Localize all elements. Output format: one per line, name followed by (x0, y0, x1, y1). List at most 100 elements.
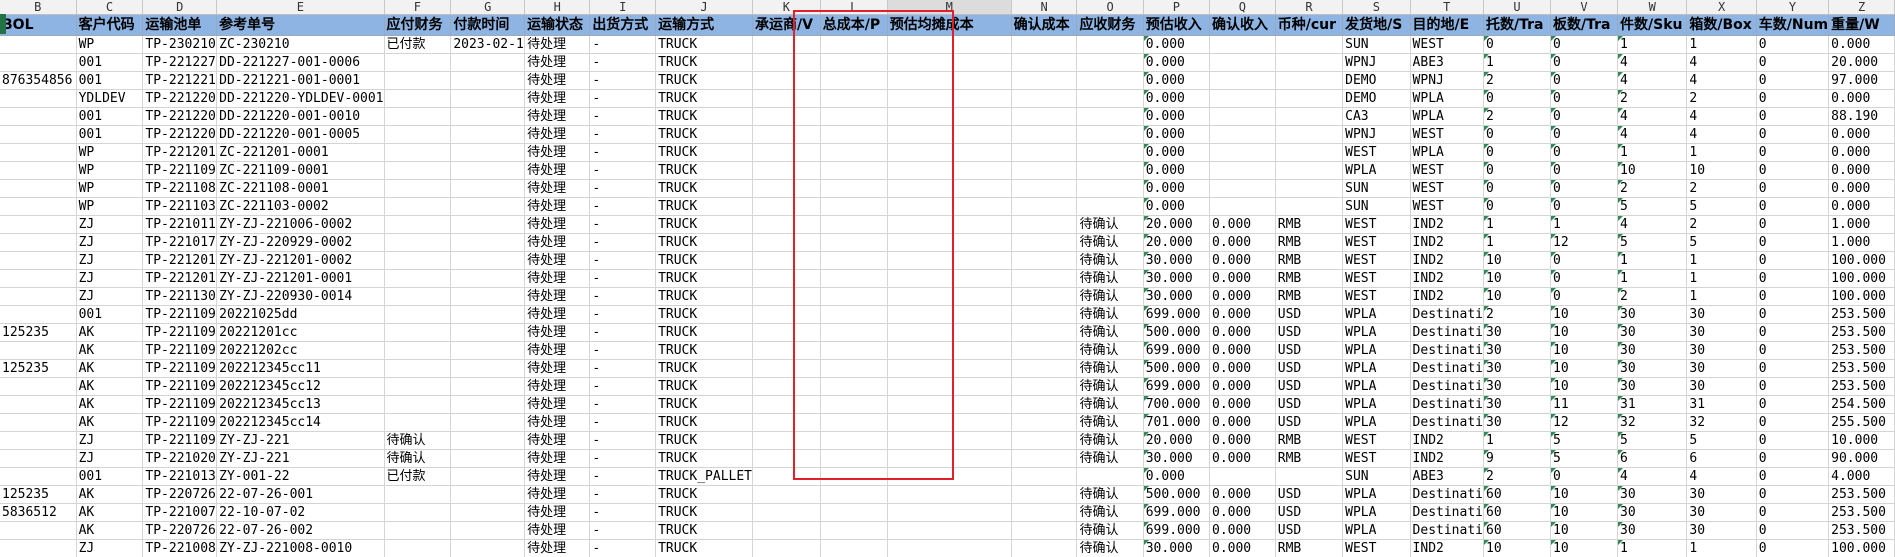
table-cell[interactable]: WEST (1410, 35, 1485, 54)
table-cell[interactable] (887, 107, 1012, 126)
table-cell[interactable]: WEST (1342, 233, 1411, 252)
table-cell[interactable]: WEST (1342, 287, 1411, 306)
table-cell[interactable]: 2 (1617, 179, 1688, 198)
table-cell[interactable]: Destinati (1410, 323, 1485, 342)
table-cell[interactable]: - (589, 503, 657, 522)
table-cell[interactable]: WPLA (1342, 305, 1411, 324)
table-cell[interactable]: RMB (1275, 215, 1344, 234)
table-cell[interactable]: 253.500 (1828, 377, 1895, 396)
table-cell[interactable] (1076, 35, 1144, 54)
table-cell[interactable] (820, 449, 888, 468)
table-cell[interactable] (450, 341, 526, 360)
column-header-d[interactable]: D (142, 0, 218, 15)
table-cell[interactable] (752, 395, 821, 414)
field-header-cell[interactable]: 总成本/P (820, 14, 888, 36)
table-cell[interactable]: 10 (1550, 377, 1618, 396)
table-cell[interactable]: 2 (1686, 215, 1757, 234)
table-cell[interactable]: 0.000 (1828, 125, 1895, 144)
table-cell[interactable]: 0 (1756, 197, 1830, 216)
table-cell[interactable]: 20.000 (1143, 431, 1211, 450)
table-cell[interactable] (0, 377, 77, 396)
table-cell[interactable]: 30 (1483, 413, 1551, 432)
table-cell[interactable] (887, 215, 1012, 234)
table-cell[interactable]: 700.000 (1143, 395, 1211, 414)
spreadsheet-grid[interactable]: B C D E F G H I J K L M N O P Q R S T U V W X Y Z BOL 客户代码 运输池单 参考单号… (0, 0, 1895, 557)
table-cell[interactable] (1011, 323, 1078, 342)
table-cell[interactable]: WPLA (1410, 143, 1485, 162)
table-cell[interactable]: 待处理 (524, 53, 591, 72)
table-cell[interactable] (1209, 197, 1276, 216)
table-cell[interactable]: 0 (1756, 341, 1830, 360)
table-cell[interactable]: - (589, 233, 657, 252)
table-cell[interactable]: TRUCK (655, 197, 753, 216)
table-cell[interactable]: TP-221109 (142, 161, 218, 180)
table-cell[interactable]: 100.000 (1828, 251, 1895, 270)
table-cell[interactable] (1209, 161, 1276, 180)
table-cell[interactable] (0, 143, 77, 162)
table-cell[interactable]: TP-221109 (142, 413, 218, 432)
table-cell[interactable]: IND2 (1410, 539, 1485, 557)
column-header-i[interactable]: I (589, 0, 657, 15)
table-cell[interactable] (752, 251, 821, 270)
table-cell[interactable] (1011, 413, 1078, 432)
table-cell[interactable]: USD (1275, 485, 1344, 504)
table-cell[interactable]: ZJ (76, 215, 144, 234)
table-cell[interactable]: - (589, 413, 657, 432)
table-cell[interactable] (1076, 89, 1144, 108)
table-cell[interactable]: 0.000 (1828, 89, 1895, 108)
table-cell[interactable]: Destinati (1410, 377, 1485, 396)
table-cell[interactable] (1011, 503, 1078, 522)
table-cell[interactable]: 0 (1756, 71, 1830, 90)
table-cell[interactable] (887, 485, 1012, 504)
field-header-cell[interactable]: 箱数/Box (1686, 14, 1757, 36)
table-cell[interactable] (384, 251, 452, 270)
column-header-y[interactable]: Y (1756, 0, 1830, 15)
table-cell[interactable] (820, 215, 888, 234)
table-cell[interactable]: TRUCK (655, 35, 753, 54)
table-cell[interactable] (450, 503, 526, 522)
table-cell[interactable]: WEST (1410, 197, 1485, 216)
table-cell[interactable]: 2 (1686, 179, 1757, 198)
table-cell[interactable]: 001 (76, 467, 144, 486)
table-cell[interactable] (450, 305, 526, 324)
table-cell[interactable]: 2 (1483, 107, 1551, 126)
table-cell[interactable]: TP-221227 (142, 53, 218, 72)
table-cell[interactable]: 待处理 (524, 395, 591, 414)
table-cell[interactable]: 0.000 (1209, 215, 1276, 234)
table-cell[interactable] (450, 287, 526, 306)
table-cell[interactable]: 0.000 (1828, 143, 1895, 162)
table-cell[interactable]: - (589, 449, 657, 468)
table-cell[interactable] (887, 359, 1012, 378)
column-header-t[interactable]: T (1410, 0, 1485, 15)
table-cell[interactable]: WEST (1342, 431, 1411, 450)
table-cell[interactable]: ZJ (76, 287, 144, 306)
column-header-b[interactable]: B (0, 0, 77, 15)
table-cell[interactable]: - (589, 323, 657, 342)
table-cell[interactable]: ZY-ZJ-221006-0002 (216, 215, 385, 234)
table-cell[interactable]: 0 (1756, 35, 1830, 54)
table-cell[interactable]: 32 (1617, 413, 1688, 432)
table-cell[interactable]: 12 (1550, 413, 1618, 432)
table-cell[interactable] (887, 431, 1012, 450)
table-cell[interactable] (0, 125, 77, 144)
table-cell[interactable]: AK (76, 341, 144, 360)
table-cell[interactable] (1209, 71, 1276, 90)
table-cell[interactable] (0, 305, 77, 324)
table-cell[interactable]: 待确认 (1076, 215, 1144, 234)
table-cell[interactable]: - (589, 287, 657, 306)
table-cell[interactable]: 701.000 (1143, 413, 1211, 432)
table-cell[interactable] (1209, 467, 1276, 486)
table-cell[interactable]: TP-221109 (142, 341, 218, 360)
column-header-z[interactable]: Z (1828, 0, 1895, 15)
table-cell[interactable]: 待处理 (524, 89, 591, 108)
table-cell[interactable] (1011, 251, 1078, 270)
table-cell[interactable] (450, 53, 526, 72)
table-cell[interactable]: 待确认 (1076, 323, 1144, 342)
table-cell[interactable]: 1 (1483, 215, 1551, 234)
table-cell[interactable]: 0.000 (1209, 485, 1276, 504)
table-cell[interactable]: DD-221220-001-0010 (216, 107, 385, 126)
column-header-w[interactable]: W (1617, 0, 1688, 15)
table-cell[interactable]: WPLA (1342, 503, 1411, 522)
table-cell[interactable] (384, 323, 452, 342)
table-cell[interactable] (450, 125, 526, 144)
